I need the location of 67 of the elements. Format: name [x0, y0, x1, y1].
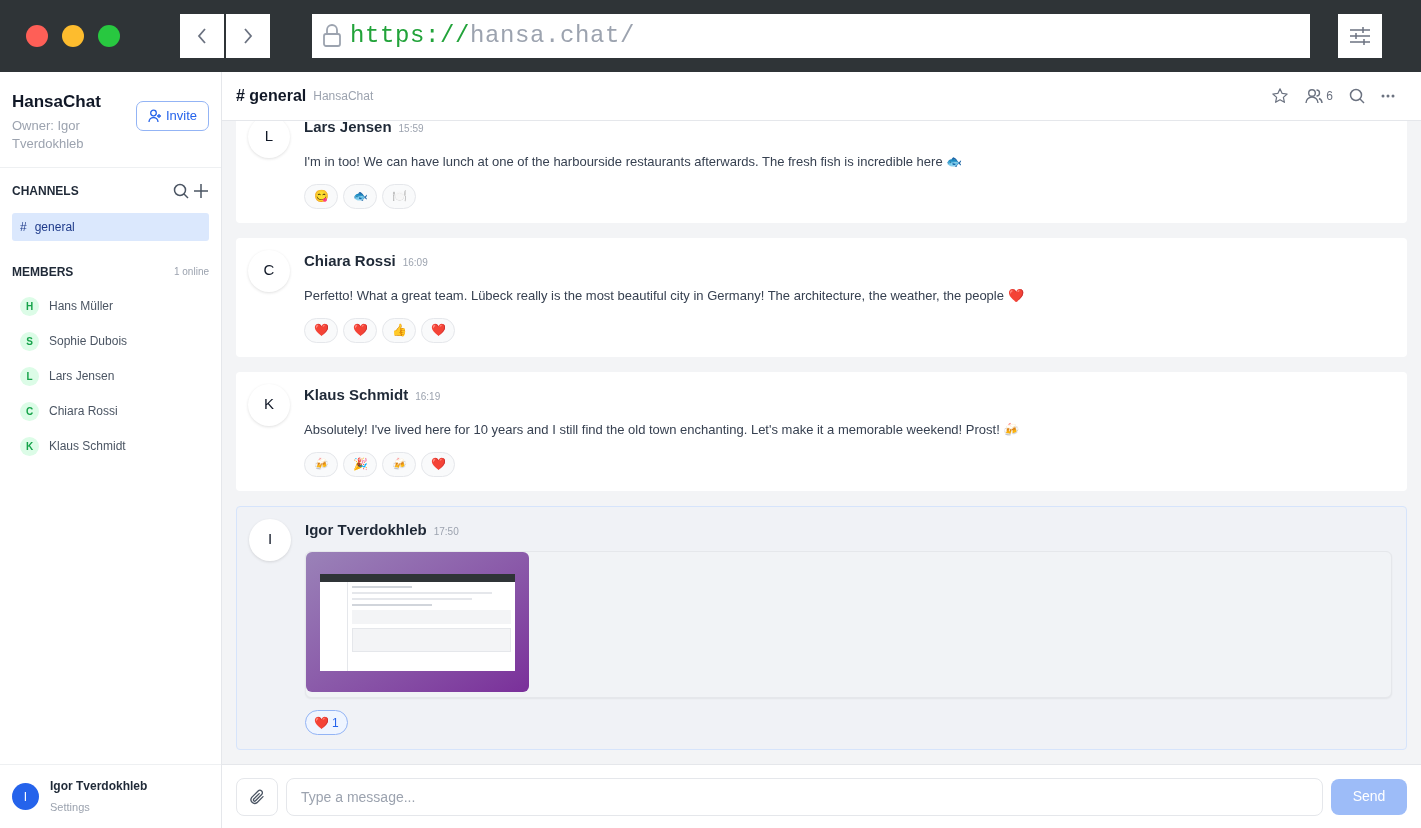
author-avatar: K [248, 383, 290, 426]
member-name[interactable]: Chiara Rossi [49, 402, 118, 420]
chevron-right-icon [242, 27, 254, 45]
search-icon[interactable] [1349, 88, 1365, 104]
reaction-button[interactable]: ❤ [343, 317, 377, 343]
author-name: Lars Jensen [304, 121, 392, 137]
channel-item[interactable]: # general [12, 212, 209, 241]
users-icon [1305, 88, 1324, 104]
reaction-button[interactable]: ❤ [304, 317, 338, 343]
author-name: Igor Tverdokhleb [305, 519, 427, 540]
add-user-icon [147, 109, 162, 123]
message-time: 16:09 [402, 255, 428, 270]
message-text: Absolutely! I've lived here for 10 years and I still find the old town enchanting. Let's make it a memorable weekend! Prost! 🍻 [304, 421, 1021, 439]
owner-label: Owner: Igor Tverdokhleb [12, 116, 85, 153]
message-text: I'm in too! We can have lunch at one of the harbourside restaurants afterwards. The fresh fish is incredible here 🐟 [304, 153, 964, 171]
address-bar[interactable]: https://hansa.chat/ [312, 14, 1310, 58]
lock-icon [322, 24, 342, 48]
user-avatar: I [12, 783, 39, 810]
author-avatar: I [249, 518, 291, 561]
member-avatar: L [20, 366, 39, 386]
reaction-button[interactable]: ❤ 1 [305, 710, 348, 735]
attach-button[interactable] [236, 777, 278, 816]
section-heading: CHANNELS [12, 182, 79, 200]
member-avatar: S [20, 331, 39, 351]
sliders-icon [1349, 27, 1371, 45]
member-avatar: K [20, 436, 39, 456]
online-count: 1 online [173, 265, 209, 279]
add-icon[interactable] [193, 182, 209, 199]
author-avatar: C [248, 249, 290, 292]
paperclip-icon [248, 787, 266, 806]
channel-title: # general [236, 86, 307, 106]
screenshot-thumbnail-drawing[interactable] [306, 552, 529, 692]
member-avatar: C [20, 401, 39, 421]
member-name[interactable]: Klaus Schmidt [49, 437, 126, 455]
workspace-label: HansaChat [313, 88, 374, 105]
workspace-title: HansaChat [12, 91, 102, 113]
member-name[interactable]: Hans Müller [49, 297, 114, 315]
star-icon[interactable] [1271, 87, 1290, 105]
reaction-button[interactable]: 🍽 [382, 183, 416, 209]
chevron-left-icon [196, 27, 208, 45]
maximize-window-icon[interactable] [98, 25, 120, 47]
author-avatar: L [248, 121, 290, 158]
author-name: Chiara Rossi [304, 250, 396, 271]
reaction-button[interactable]: 🐟 [343, 183, 377, 209]
message-time: 17:50 [433, 524, 459, 539]
reaction-button[interactable]: ❤ [421, 451, 455, 477]
more-icon[interactable] [1381, 94, 1395, 98]
settings-link[interactable]: Settings [50, 799, 148, 816]
member-avatar: H [20, 296, 39, 316]
message-time: 16:19 [415, 389, 441, 404]
message-text: Perfetto! What a great team. Lübeck really is the most beautiful city in Germany! The architecture, the weather, the people ❤ [304, 287, 1025, 305]
member-name[interactable]: Sophie Dubois [49, 332, 128, 350]
message-time: 15:59 [398, 121, 424, 136]
invite-button[interactable]: Invite [135, 101, 209, 131]
members-button[interactable]: 6 [1305, 87, 1333, 105]
url-text: https://hansa.chat/ [350, 21, 636, 51]
author-name: Klaus Schmidt [304, 384, 409, 405]
section-heading: MEMBERS [12, 263, 74, 281]
member-name[interactable]: Lars Jensen [49, 367, 115, 385]
user-name: Igor Tverdokhleb [50, 778, 148, 796]
search-icon[interactable] [173, 182, 189, 199]
reaction-button[interactable]: 🎉 [343, 451, 377, 477]
minimize-window-icon[interactable] [62, 25, 84, 47]
close-window-icon[interactable] [26, 25, 48, 47]
message-input[interactable]: Type a message... [286, 777, 1323, 816]
reaction-button[interactable]: ❤ [421, 317, 455, 343]
settings-button[interactable] [1338, 14, 1382, 58]
